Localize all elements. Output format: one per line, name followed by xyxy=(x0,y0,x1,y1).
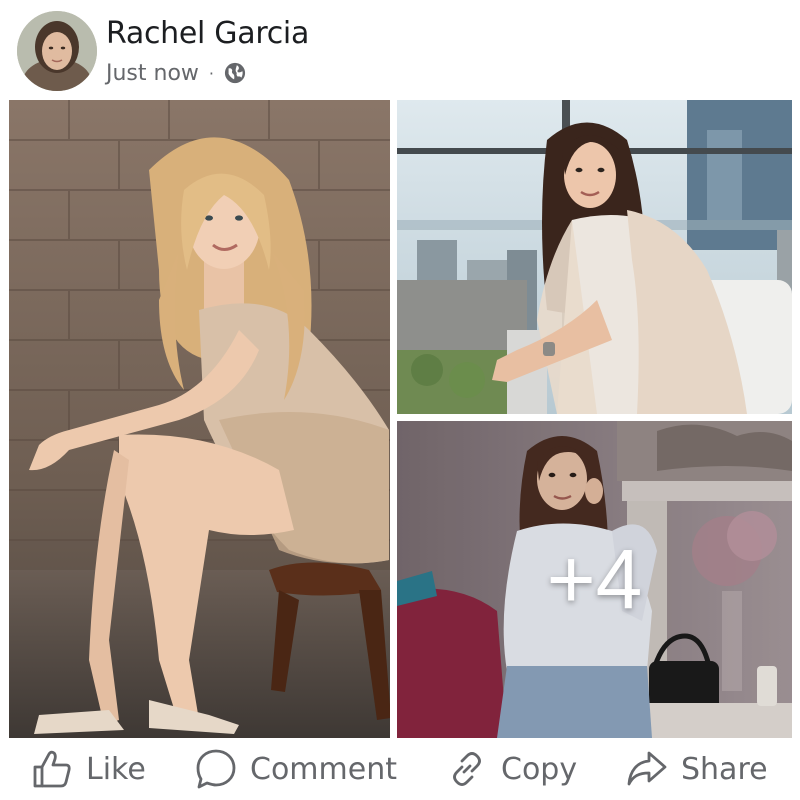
copy-label: Copy xyxy=(501,751,578,787)
photo-main[interactable] xyxy=(9,100,390,738)
comment-button[interactable]: Comment xyxy=(194,738,397,800)
post-header: Rachel Garcia Just now · xyxy=(0,0,800,100)
meta-separator: · xyxy=(208,63,215,83)
photo-main-image xyxy=(9,100,390,738)
share-label: Share xyxy=(681,751,768,787)
post-card: Rachel Garcia Just now · +4 Like Comment… xyxy=(0,0,800,800)
photo-top-right[interactable] xyxy=(397,100,792,414)
photo-bottom-right[interactable]: +4 xyxy=(397,421,792,738)
avatar-image xyxy=(17,11,97,91)
photo-top-right-image xyxy=(397,100,792,414)
globe-icon[interactable] xyxy=(224,62,246,84)
photo-bottom-right-image xyxy=(397,421,792,738)
share-button[interactable]: Share xyxy=(625,738,768,800)
share-arrow-icon xyxy=(627,751,667,786)
link-icon xyxy=(453,752,481,786)
like-button[interactable]: Like xyxy=(30,738,146,800)
author-name[interactable]: Rachel Garcia xyxy=(106,14,309,54)
action-bar: Like Comment Copy Share xyxy=(0,738,800,800)
speech-bubble-icon xyxy=(196,749,236,789)
like-label: Like xyxy=(86,751,146,787)
thumbs-up-icon xyxy=(33,750,71,788)
timestamp[interactable]: Just now xyxy=(106,61,199,86)
copy-button[interactable]: Copy xyxy=(445,738,577,800)
comment-label: Comment xyxy=(250,751,397,787)
photo-gallery: +4 xyxy=(9,100,792,738)
avatar[interactable] xyxy=(17,11,97,91)
post-meta: Just now · xyxy=(106,56,246,90)
